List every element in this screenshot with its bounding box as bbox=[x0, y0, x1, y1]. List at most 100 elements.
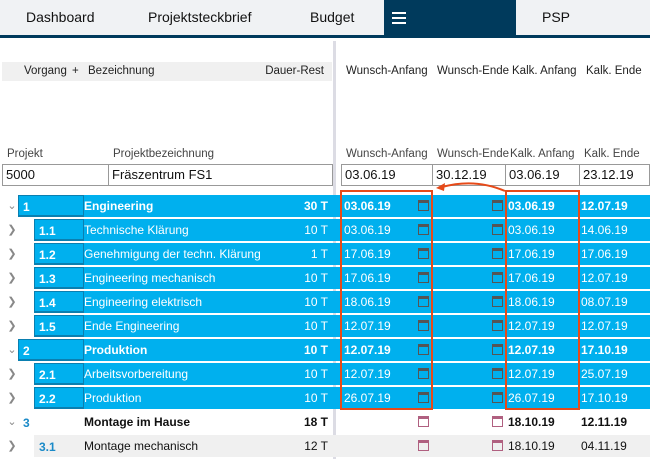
dauer-cell: 10 T bbox=[304, 295, 328, 309]
bezeichnung-cell: Produktion bbox=[84, 343, 148, 357]
vorgang-number: 1 bbox=[18, 195, 84, 217]
kalk-ende-cell: 17.10.19 bbox=[581, 343, 628, 357]
chevron-right-icon[interactable]: ❯ bbox=[6, 243, 18, 265]
chevron-right-icon[interactable]: ❯ bbox=[6, 315, 18, 337]
calendar-icon[interactable] bbox=[492, 416, 503, 427]
calendar-icon[interactable] bbox=[492, 272, 503, 283]
dauer-cell: 10 T bbox=[304, 319, 328, 333]
kalk-ende-cell: 12.11.19 bbox=[581, 415, 628, 429]
chevron-right-icon[interactable]: ❯ bbox=[6, 363, 18, 385]
calendar-icon[interactable] bbox=[492, 440, 503, 451]
left-header: Vorgang + Bezeichnung Dauer-Rest bbox=[2, 62, 332, 81]
tab-budget[interactable]: Budget bbox=[310, 0, 354, 38]
calendar-icon[interactable] bbox=[492, 200, 503, 211]
vorgang-number: 1.5 bbox=[34, 315, 84, 337]
chevron-down-icon[interactable]: ⌄ bbox=[6, 195, 18, 217]
kalk-ende-label: Kalk. Ende bbox=[584, 148, 640, 160]
menu-icon[interactable] bbox=[392, 12, 406, 25]
vorgang-number: 3.1 bbox=[39, 440, 56, 454]
tab-psp[interactable]: PSP bbox=[542, 0, 570, 38]
calendar-icon[interactable] bbox=[492, 368, 503, 379]
wunsch-ende-label: Wunsch-Ende bbox=[437, 148, 510, 160]
vorgang-number: 1.2 bbox=[34, 243, 84, 265]
calendar-icon[interactable] bbox=[418, 440, 429, 451]
arrow-icon bbox=[436, 182, 506, 192]
bezeichnung-cell: Technische Klärung bbox=[84, 223, 189, 237]
calendar-icon[interactable] bbox=[492, 392, 503, 403]
tab-projektsteckbrief[interactable]: Projektsteckbrief bbox=[148, 0, 251, 38]
col-bezeichnung[interactable]: Bezeichnung bbox=[88, 62, 155, 81]
kalk-anfang-input[interactable]: 03.06.19 bbox=[505, 164, 580, 186]
vorgang-number: 2.2 bbox=[34, 387, 84, 409]
right-header: Wunsch-Anfang Wunsch-Ende Kalk. Anfang K… bbox=[336, 62, 650, 81]
bezeichnung-cell: Montage im Hause bbox=[84, 415, 191, 429]
table-row[interactable]: ❯ 3.1 Montage mechanisch 12 T 18.10.19 0… bbox=[0, 435, 650, 457]
dauer-cell: 10 T bbox=[304, 271, 328, 285]
calendar-icon[interactable] bbox=[492, 296, 503, 307]
dauer-cell: 10 T bbox=[304, 391, 328, 405]
close-icon[interactable]: ✕ bbox=[482, 43, 494, 59]
kalk-ende-cell: 08.07.19 bbox=[581, 295, 628, 309]
projekt-input[interactable]: 5000 bbox=[2, 164, 109, 186]
bezeichnung-cell: Genehmigung der techn. Klärung bbox=[84, 247, 261, 261]
kalk-ende-cell: 17.06.19 bbox=[581, 247, 628, 261]
tab-terminplan[interactable]: Terminplan* ✕ bbox=[384, 0, 516, 59]
kalk-anfang-label: Kalk. Anfang bbox=[510, 148, 575, 160]
chevron-down-icon[interactable]: ⌄ bbox=[6, 411, 18, 433]
dauer-cell: 10 T bbox=[304, 367, 328, 381]
tab-bar: Dashboard Projektsteckbrief Budget Termi… bbox=[0, 0, 650, 59]
highlight-wunsch-anfang bbox=[340, 190, 433, 410]
bezeichnung-cell: Engineering bbox=[84, 199, 154, 213]
col-wunsch-ende[interactable]: Wunsch-Ende bbox=[437, 62, 509, 81]
chevron-right-icon[interactable]: ❯ bbox=[6, 435, 18, 457]
vorgang-number: 3 bbox=[23, 416, 30, 430]
kalk-ende-cell: 12.07.19 bbox=[581, 319, 628, 333]
vorgang-number: 2 bbox=[18, 339, 84, 361]
dauer-cell: 12 T bbox=[304, 439, 328, 453]
chevron-down-icon[interactable]: ⌄ bbox=[6, 339, 18, 361]
bezeichnung-cell: Montage mechanisch bbox=[84, 439, 199, 453]
calendar-icon[interactable] bbox=[492, 320, 503, 331]
wunsch-anfang-input[interactable]: 03.06.19 bbox=[341, 164, 433, 186]
calendar-icon[interactable] bbox=[492, 344, 503, 355]
projektbezeichnung-label: Projektbezeichnung bbox=[113, 148, 215, 160]
dauer-cell: 30 T bbox=[303, 199, 328, 213]
chevron-right-icon[interactable]: ❯ bbox=[6, 387, 18, 409]
kalk-ende-cell: 17.10.19 bbox=[581, 391, 628, 405]
vorgang-number: 1.4 bbox=[34, 291, 84, 313]
vorgang-number: 1.1 bbox=[34, 219, 84, 241]
kalk-anfang-cell: 18.10.19 bbox=[508, 415, 555, 429]
add-button[interactable]: + bbox=[72, 62, 79, 81]
highlight-kalk-anfang bbox=[505, 190, 580, 410]
chevron-right-icon[interactable]: ❯ bbox=[6, 219, 18, 241]
col-kalk-anfang[interactable]: Kalk. Anfang bbox=[512, 62, 577, 81]
chevron-right-icon[interactable]: ❯ bbox=[6, 291, 18, 313]
calendar-icon[interactable] bbox=[418, 416, 429, 427]
dauer-cell: 10 T bbox=[304, 223, 328, 237]
bezeichnung-cell: Ende Engineering bbox=[84, 319, 180, 333]
chevron-right-icon[interactable]: ❯ bbox=[6, 267, 18, 289]
vorgang-number: 2.1 bbox=[34, 363, 84, 385]
kalk-ende-cell: 12.07.19 bbox=[581, 271, 628, 285]
col-kalk-ende[interactable]: Kalk. Ende bbox=[586, 62, 642, 81]
calendar-icon[interactable] bbox=[492, 248, 503, 259]
vorgang-number: 1.3 bbox=[34, 267, 84, 289]
bezeichnung-cell: Engineering elektrisch bbox=[84, 295, 203, 309]
wunsch-anfang-label: Wunsch-Anfang bbox=[346, 148, 428, 160]
bezeichnung-cell: Engineering mechanisch bbox=[84, 271, 216, 285]
dauer-cell: 10 T bbox=[303, 343, 328, 357]
kalk-ende-cell: 25.07.19 bbox=[581, 367, 628, 381]
projekt-label: Projekt bbox=[7, 148, 43, 160]
calendar-icon[interactable] bbox=[492, 224, 503, 235]
col-wunsch-anfang[interactable]: Wunsch-Anfang bbox=[346, 62, 428, 81]
dauer-cell: 1 T bbox=[310, 247, 328, 261]
col-dauer-rest[interactable]: Dauer-Rest bbox=[265, 62, 324, 81]
tab-dashboard[interactable]: Dashboard bbox=[26, 0, 95, 38]
kalk-ende-input[interactable]: 23.12.19 bbox=[579, 164, 650, 186]
kalk-anfang-cell: 18.10.19 bbox=[508, 439, 555, 453]
kalk-ende-cell: 04.11.19 bbox=[581, 439, 627, 453]
projektbezeichnung-input[interactable]: Fräszentrum FS1 bbox=[108, 164, 333, 186]
table-row[interactable]: ⌄ 3 Montage im Hause 18 T 18.10.19 12.11… bbox=[0, 411, 650, 433]
tab-label: Terminplan* bbox=[392, 43, 472, 59]
col-vorgang[interactable]: Vorgang bbox=[24, 62, 67, 81]
